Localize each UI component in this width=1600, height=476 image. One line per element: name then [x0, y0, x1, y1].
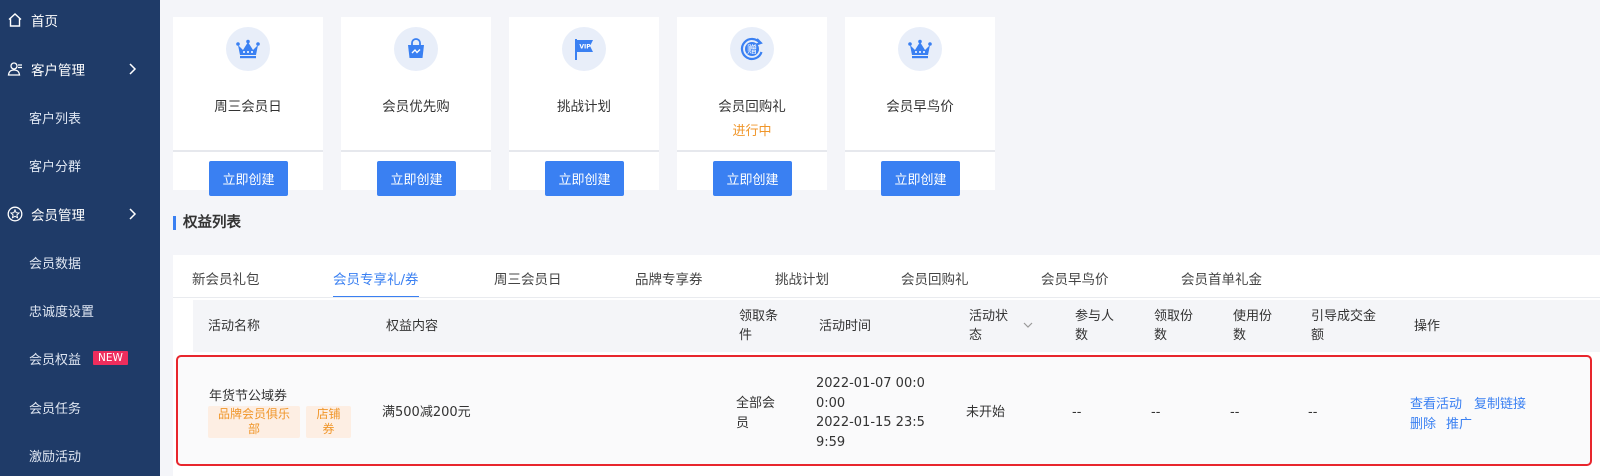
user-manage-icon: [6, 60, 24, 78]
crown-icon: [226, 27, 270, 71]
new-badge: NEW: [93, 351, 128, 365]
table-header: 活动名称 权益内容 领取条件 活动时间 活动状态 参与人数 领取份数 使用份数 …: [193, 300, 1600, 352]
benefit-card: 会员早鸟价 立即创建: [845, 17, 995, 196]
tab-wednesday-day[interactable]: 周三会员日: [494, 268, 562, 298]
benefit-content: 满500减200元: [382, 405, 471, 420]
view-activity-link[interactable]: 查看活动: [1410, 393, 1462, 412]
sidebar-item-loyalty-settings[interactable]: 忠诚度设置: [0, 295, 160, 325]
sidebar-item-label: 会员权益: [29, 352, 82, 368]
sidebar-item-incentive[interactable]: 激励活动: [0, 440, 160, 470]
sidebar-item-member-tasks[interactable]: 会员任务: [0, 392, 160, 422]
sidebar-item-label: 客户管理: [31, 63, 85, 79]
card-title: 会员优先购: [382, 99, 450, 115]
chevron-right-icon: [128, 60, 138, 78]
th-name: 活动名称: [208, 319, 261, 334]
crown-icon: [898, 27, 942, 71]
sidebar-item-customer-manage[interactable]: 客户管理: [0, 54, 160, 84]
sidebar-item-label: 会员任务: [29, 401, 82, 417]
sidebar-item-label: 客户列表: [29, 111, 82, 127]
tab-repurchase-gift[interactable]: 会员回购礼: [901, 268, 969, 298]
th-time: 活动时间: [819, 319, 872, 334]
sidebar-item-customer-list[interactable]: 客户列表: [0, 102, 160, 132]
gmv-value: --: [1308, 405, 1318, 420]
chevron-down-icon[interactable]: [1022, 319, 1034, 334]
tab-brand-coupon[interactable]: 品牌专享券: [635, 268, 703, 298]
th-content: 权益内容: [386, 319, 439, 334]
sidebar-item-label: 激励活动: [29, 449, 82, 465]
divider: [677, 150, 827, 152]
th-status[interactable]: 活动状态: [969, 307, 1008, 345]
table-row: 年货节公域券 品牌会员俱乐部 店铺券 满500减200元 全部会员 2022-0…: [176, 355, 1592, 466]
th-participants: 参与人数: [1075, 309, 1115, 343]
divider: [845, 150, 995, 152]
status-badge: 进行中: [732, 124, 772, 139]
th-condition: 领取条件: [739, 309, 779, 343]
tag-store-coupon: 店铺券: [306, 406, 351, 438]
svg-text:赠: 赠: [747, 43, 757, 56]
sidebar: 首页 客户管理 客户列表 客户分群 会员管理 会员数据 忠诚度设置 会员权益 N…: [0, 0, 160, 476]
sidebar-item-label: 忠诚度设置: [29, 304, 95, 320]
shopping-bag-icon: [394, 27, 438, 71]
benefit-card: 赠 会员回购礼 进行中 立即创建: [677, 17, 827, 196]
card-title: 会员早鸟价: [886, 99, 954, 115]
divider: [341, 150, 491, 152]
create-button[interactable]: 立即创建: [713, 161, 792, 196]
tab-new-member-pack[interactable]: 新会员礼包: [192, 268, 260, 298]
used-value: --: [1230, 405, 1240, 420]
sidebar-item-member-benefits[interactable]: 会员权益 NEW: [0, 343, 160, 373]
divider: [509, 150, 659, 152]
sidebar-item-customer-group[interactable]: 客户分群: [0, 150, 160, 180]
card-title: 周三会员日: [214, 99, 282, 115]
th-actions: 操作: [1414, 319, 1441, 334]
divider: [173, 150, 323, 152]
benefit-card: VIP 挑战计划 立即创建: [509, 17, 659, 196]
member-star-icon: [6, 205, 24, 223]
tab-first-order[interactable]: 会员首单礼金: [1181, 268, 1262, 298]
card-title: 会员回购礼: [718, 99, 786, 115]
delete-link[interactable]: 删除: [1410, 413, 1436, 432]
card-title: 挑战计划: [557, 99, 611, 115]
participants-value: --: [1072, 405, 1082, 420]
th-claimed: 领取份数: [1154, 309, 1194, 343]
sidebar-item-label: 会员管理: [31, 208, 85, 224]
create-button[interactable]: 立即创建: [545, 161, 624, 196]
th-used: 使用份数: [1233, 309, 1273, 343]
tab-early-bird[interactable]: 会员早鸟价: [1041, 268, 1109, 298]
th-gmv: 引导成交金额: [1311, 309, 1377, 343]
benefit-card: 会员优先购 立即创建: [341, 17, 491, 196]
home-icon: [6, 11, 24, 29]
promote-link[interactable]: 推广: [1446, 413, 1472, 432]
create-button[interactable]: 立即创建: [881, 161, 960, 196]
tabs-divider: [173, 297, 1600, 298]
chevron-right-icon: [128, 205, 138, 223]
tab-member-exclusive[interactable]: 会员专享礼/券: [333, 268, 419, 298]
svg-text:VIP: VIP: [579, 44, 591, 51]
vip-flag-icon: VIP: [562, 27, 606, 71]
claimed-value: --: [1151, 405, 1161, 420]
create-button[interactable]: 立即创建: [209, 161, 288, 196]
create-button[interactable]: 立即创建: [377, 161, 456, 196]
claim-condition: 全部会员: [736, 396, 776, 431]
sidebar-item-member-data[interactable]: 会员数据: [0, 247, 160, 277]
activity-name: 年货节公域券: [209, 389, 288, 404]
sidebar-item-label: 会员数据: [29, 256, 82, 272]
tag-brand-club: 品牌会员俱乐部: [208, 406, 300, 438]
sidebar-item-label: 客户分群: [29, 159, 82, 175]
benefit-card: 周三会员日 立即创建: [173, 17, 323, 196]
sidebar-item-label: 首页: [31, 14, 58, 30]
copy-link-link[interactable]: 复制链接: [1474, 393, 1526, 412]
activity-status: 未开始: [966, 405, 1006, 420]
section-title: 权益列表: [173, 216, 241, 230]
activity-time: 2022-01-07 00:0 0:00 2022-01-15 23:5 9:59: [816, 376, 925, 450]
sidebar-item-home[interactable]: 首页: [0, 5, 160, 35]
sidebar-item-member-manage[interactable]: 会员管理: [0, 199, 160, 229]
tab-challenge-plan[interactable]: 挑战计划: [775, 268, 829, 298]
gift-refresh-icon: 赠: [730, 27, 774, 71]
